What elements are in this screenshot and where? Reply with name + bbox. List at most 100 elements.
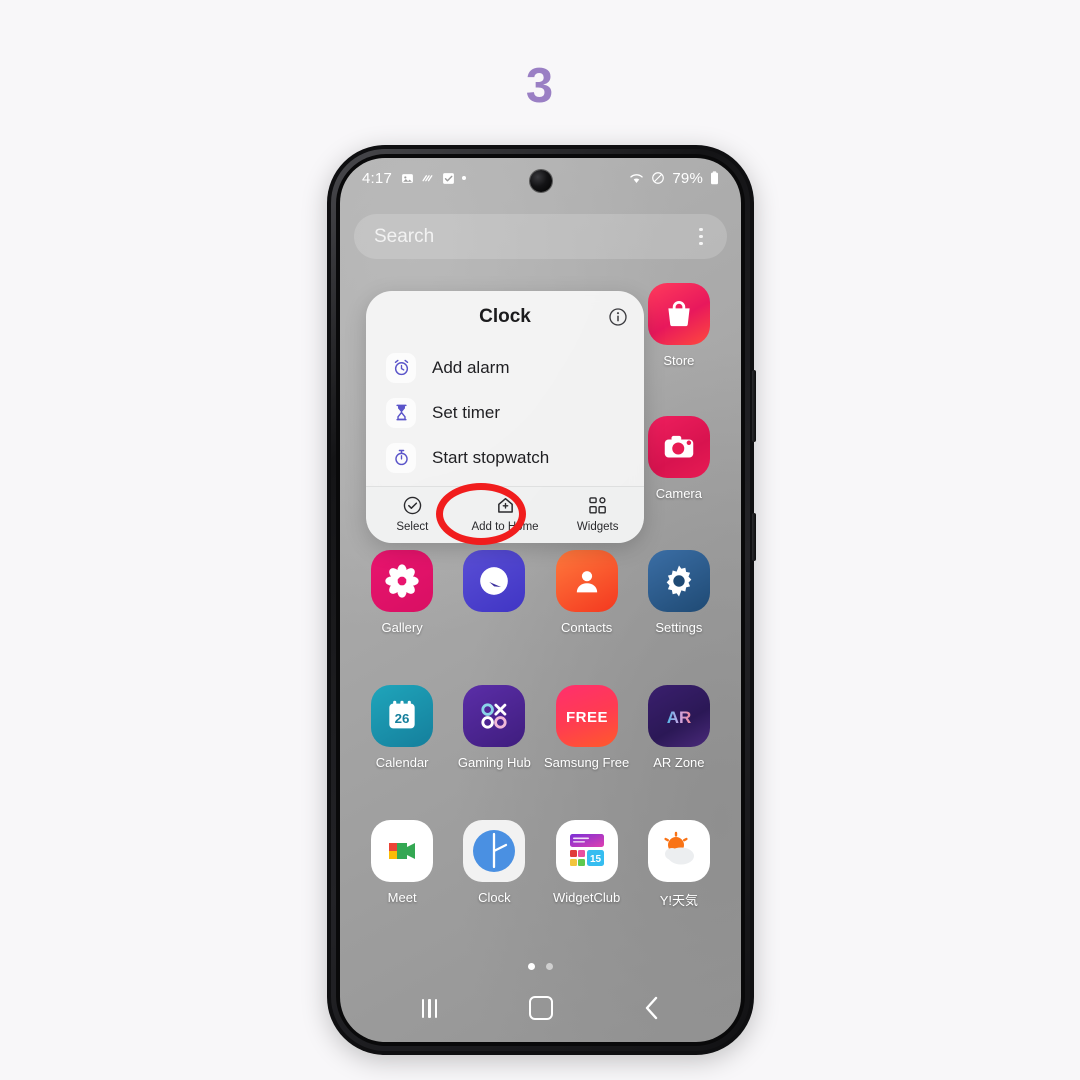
app-grid-row-3: Gallery Contacts Settings — [356, 550, 725, 635]
app-label: WidgetClub — [553, 890, 621, 905]
mute-icon — [651, 171, 665, 185]
app-samsung-free[interactable]: FREE Samsung Free — [541, 685, 633, 770]
battery-icon — [710, 171, 719, 185]
back-icon — [645, 996, 657, 1020]
svg-text:AR: AR — [667, 708, 692, 727]
step-number: 3 — [525, 59, 555, 113]
status-bar-left: 4:17 — [362, 170, 466, 187]
popup-header: Clock — [366, 291, 644, 343]
app-gallery[interactable]: Gallery — [356, 550, 448, 635]
app-grid-row-4: 26 Calendar Gaming Hub FREE Samsung Free… — [356, 685, 725, 770]
status-time: 4:17 — [362, 169, 392, 187]
app-label: Clock — [478, 890, 511, 905]
samsung-free-icon: FREE — [555, 685, 618, 747]
volume-button[interactable] — [752, 370, 756, 442]
popup-title: Clock — [479, 306, 531, 327]
menu-item-label: Start stopwatch — [432, 447, 550, 467]
app-compass[interactable] — [448, 550, 540, 635]
page-dot-1[interactable] — [528, 963, 535, 970]
page-root: 3 4:17 79% Search Store Camera Gallery C… — [0, 0, 1080, 1080]
home-button[interactable] — [518, 990, 564, 1026]
info-icon[interactable] — [608, 307, 628, 327]
checkbox-icon — [442, 172, 455, 185]
gaming-hub-icon — [463, 685, 526, 747]
phone-device: 4:17 79% Search Store Camera Gallery Con… — [327, 145, 756, 1055]
popup-action-bar: Select Add to Home Widgets — [366, 486, 644, 543]
hourglass-icon — [386, 397, 416, 428]
action-add-to-home[interactable]: Add to Home — [459, 495, 552, 533]
svg-text:15: 15 — [590, 854, 602, 865]
kebab-menu-icon[interactable] — [695, 224, 707, 250]
app-widgetclub[interactable]: 15 WidgetClub — [541, 820, 633, 909]
menu-item-add-alarm[interactable]: Add alarm — [366, 345, 644, 390]
search-input-placeholder[interactable]: Search — [374, 226, 434, 248]
app-gaming-hub[interactable]: Gaming Hub — [448, 685, 540, 770]
app-label: Gallery — [381, 620, 423, 635]
status-bar-right: 79% — [629, 170, 719, 187]
power-button[interactable] — [752, 513, 756, 561]
app-clock[interactable]: Clock — [448, 820, 540, 909]
vibrate-icon — [421, 172, 435, 185]
back-button[interactable] — [629, 990, 675, 1026]
widgets-grid-icon — [587, 495, 608, 516]
app-label: Settings — [655, 620, 703, 635]
stopwatch-icon — [386, 442, 416, 473]
page-dot-2[interactable] — [546, 963, 553, 970]
app-store[interactable]: Store — [633, 283, 725, 368]
menu-item-start-stopwatch[interactable]: Start stopwatch — [366, 435, 644, 480]
recents-button[interactable] — [407, 990, 453, 1026]
navigation-bar — [340, 984, 741, 1032]
svg-text:26: 26 — [395, 711, 410, 726]
ar-zone-icon: AR — [647, 685, 710, 747]
app-label: Store — [663, 353, 695, 368]
galaxy-store-icon — [647, 283, 710, 345]
search-bar[interactable]: Search — [354, 214, 727, 259]
add-to-home-icon — [495, 495, 516, 516]
app-label: Meet — [387, 890, 417, 905]
compass-icon — [463, 550, 526, 612]
app-yahoo-weather[interactable]: Y!天気 — [633, 820, 725, 909]
svg-text:FREE: FREE — [566, 709, 608, 726]
wifi-icon — [629, 172, 644, 185]
check-circle-icon — [402, 495, 423, 516]
app-ar-zone[interactable]: AR AR Zone — [633, 685, 725, 770]
action-widgets[interactable]: Widgets — [551, 495, 644, 533]
camera-icon — [647, 416, 710, 478]
phone-screen: 4:17 79% Search Store Camera Gallery Con… — [340, 158, 741, 1042]
image-icon — [401, 172, 414, 185]
alarm-clock-icon — [386, 352, 416, 383]
widgetclub-icon: 15 — [555, 820, 618, 882]
clock-icon — [463, 820, 526, 882]
app-label: Samsung Free — [543, 755, 630, 770]
action-select[interactable]: Select — [366, 495, 459, 533]
google-meet-icon — [371, 820, 434, 882]
menu-item-set-timer[interactable]: Set timer — [366, 390, 644, 435]
page-indicator — [340, 963, 741, 970]
app-meet[interactable]: Meet — [356, 820, 448, 909]
gallery-icon — [371, 550, 434, 612]
app-contacts[interactable]: Contacts — [541, 550, 633, 635]
app-label: AR Zone — [653, 755, 705, 770]
battery-percent: 79% — [672, 169, 703, 187]
app-label: Camera — [655, 486, 702, 501]
action-label: Widgets — [576, 521, 619, 533]
action-label: Select — [396, 521, 429, 533]
clock-app-popup-menu: Clock Add alarm Set timer Start stopwatc… — [366, 291, 644, 543]
popup-shortcut-list: Add alarm Set timer Start stopwatch — [366, 343, 644, 486]
app-grid-row-5: Meet Clock 15 WidgetClub Y!天気 — [356, 820, 725, 909]
app-label: Contacts — [560, 620, 613, 635]
contacts-icon — [555, 550, 618, 612]
app-label: Calendar — [375, 755, 429, 770]
home-icon — [528, 996, 553, 1020]
app-camera[interactable]: Camera — [633, 416, 725, 501]
app-label: Gaming Hub — [457, 755, 531, 770]
action-label: Add to Home — [471, 521, 539, 533]
menu-item-label: Set timer — [432, 402, 501, 422]
app-calendar[interactable]: 26 Calendar — [356, 685, 448, 770]
menu-item-label: Add alarm — [432, 357, 510, 377]
app-label: Y!天気 — [659, 893, 699, 908]
app-settings[interactable]: Settings — [633, 550, 725, 635]
calendar-icon: 26 — [371, 685, 434, 747]
dot-icon — [462, 176, 466, 180]
settings-gear-icon — [647, 550, 710, 612]
